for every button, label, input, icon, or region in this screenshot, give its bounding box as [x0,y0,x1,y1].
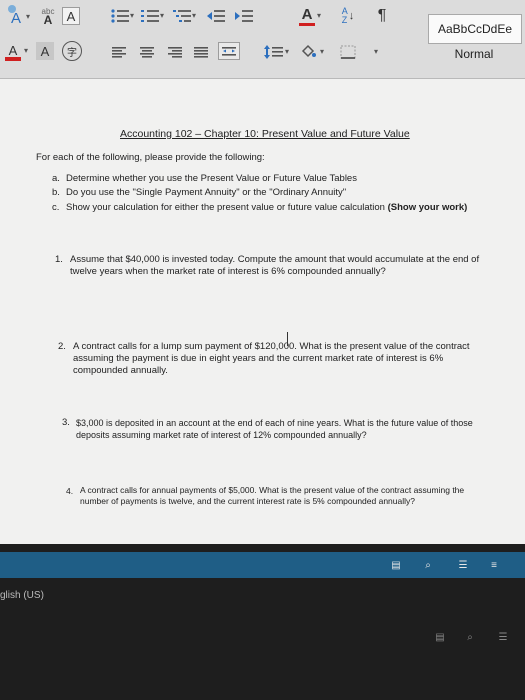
highlight-swatch [5,56,21,61]
enclose-characters-icon: 字 [67,47,77,59]
justify-icon [194,47,208,58]
show-formatting-button[interactable]: ¶ [370,3,394,29]
bullets-button[interactable] [108,5,132,27]
align-center-button[interactable] [136,43,158,61]
font-color-button[interactable]: A [296,3,318,29]
question-text: Assume that $40,000 is invested today. C… [70,254,480,277]
multilevel-list-icon [173,10,191,22]
list-item: Show your calculation for either the pre… [66,202,467,214]
question-text: A contract calls for annual payments of … [80,485,465,506]
line-spacing-dropdown-icon[interactable]: ▾ [285,47,289,56]
distributed-button[interactable] [218,42,240,60]
align-center-icon [140,47,154,58]
lower-toolbar: ▤ ⌕ ☰ [0,628,525,648]
list-item-marker: c. [52,202,60,213]
character-border-icon: A [66,8,76,24]
font-color-dropdown-icon[interactable]: ▾ [317,11,321,20]
increase-indent-icon [235,10,253,22]
numbering-button[interactable] [138,5,162,27]
pilcrow-icon: ¶ [377,7,387,24]
decrease-indent-button[interactable] [204,5,228,27]
ribbon-toolbar: A ▾ abc A A ▾ ▾ ▾ A ▾ A Z ↓ ¶ AaBbCcDdEe… [0,0,525,79]
sort-arrow-icon: ↓ [348,10,355,22]
character-border-button[interactable]: A [62,7,80,25]
web-layout-icon-2[interactable]: ⌕ [462,630,478,644]
align-left-icon [112,47,126,58]
justify-button[interactable] [190,43,212,61]
question-number: 1. [55,254,63,265]
document-instruction: For each of the following, please provid… [36,152,265,163]
shading-dropdown-icon[interactable]: ▾ [320,47,324,56]
background-area: ▤ ⌕ ☰ ≡ glish (US) ▤ ⌕ ☰ [0,544,525,700]
bullet-list-icon [111,9,129,23]
highlight-button[interactable]: A [2,40,24,64]
text-effects-dropdown-icon[interactable]: ▾ [26,12,30,21]
question-text: $3,000 is deposited in an account at the… [76,418,473,440]
clear-formatting-button[interactable]: abc A [34,2,62,30]
shading-button[interactable] [297,41,319,63]
sort-button[interactable]: AZ ↓ [336,3,360,29]
document-page[interactable]: Accounting 102 – Chapter 10: Present Val… [0,79,525,544]
line-spacing-button[interactable] [262,42,286,62]
draft-view-icon[interactable]: ≡ [486,558,502,572]
outline-view-icon-2[interactable]: ☰ [495,630,511,644]
paint-bucket-icon [301,44,316,58]
list-item: Do you use the "Single Payment Annuity" … [66,187,347,198]
align-right-icon [168,47,182,58]
character-shading-icon: A [40,43,50,59]
list-item-marker: b. [52,187,60,198]
numbering-dropdown-icon[interactable]: ▾ [160,11,164,20]
borders-dropdown-icon[interactable]: ▾ [374,47,378,56]
web-layout-icon[interactable]: ⌕ [420,558,436,572]
list-item-emphasis: (Show your work) [387,202,468,213]
distributed-icon [222,47,236,56]
font-color-icon: A [301,5,313,23]
enclose-characters-button[interactable]: 字 [62,41,82,61]
align-left-button[interactable] [108,43,130,61]
align-right-button[interactable] [164,43,186,61]
highlight-icon: A [8,42,18,58]
status-bar: ▤ ⌕ ☰ ≡ [0,552,525,578]
borders-icon [340,45,356,59]
bullets-dropdown-icon[interactable]: ▾ [130,11,134,20]
list-item: Determine whether you use the Present Va… [66,173,357,184]
multilevel-list-button[interactable] [170,5,194,27]
style-preview-text: AaBbCcDdEe [437,22,513,36]
character-shading-button[interactable]: A [36,42,54,60]
numbered-list-icon [141,10,159,22]
sort-icon: AZ [341,6,348,25]
line-spacing-icon [264,45,283,59]
increase-indent-button[interactable] [232,5,256,27]
highlight-dropdown-icon[interactable]: ▾ [24,46,28,55]
document-title: Accounting 102 – Chapter 10: Present Val… [120,128,410,140]
status-language: glish (US) [0,590,44,601]
list-item-marker: a. [52,173,60,184]
clear-formatting-icon: A [43,13,53,27]
question-number: 4. [66,486,74,496]
question-number: 2. [58,341,66,352]
text-effects-icon: A [7,4,21,27]
list-item-text: Show your calculation for either the pre… [66,202,385,213]
style-normal[interactable]: Normal [428,44,520,64]
multilevel-list-dropdown-icon[interactable]: ▾ [192,11,196,20]
question-text: A contract calls for a lump sum payment … [73,341,470,376]
font-color-swatch [299,22,315,26]
print-layout-icon[interactable]: ▤ [388,558,404,572]
style-preview-normal[interactable]: AaBbCcDdEe [428,14,522,44]
print-layout-icon-2[interactable]: ▤ [432,630,448,644]
decrease-indent-icon [207,10,225,22]
borders-button[interactable] [336,42,360,62]
outline-view-icon[interactable]: ☰ [455,558,471,572]
text-effects-button[interactable]: A [4,4,28,30]
text-cursor-icon [287,332,288,346]
question-number: 3. [62,417,70,428]
style-normal-label: Normal [454,47,494,61]
